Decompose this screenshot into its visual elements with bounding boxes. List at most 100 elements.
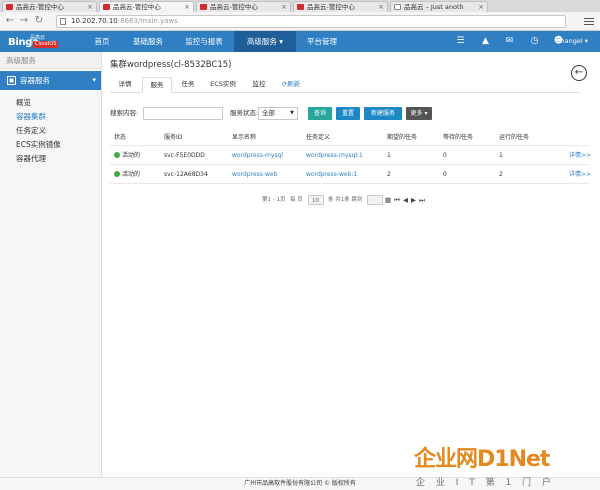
next-page-icon[interactable]: ▶ xyxy=(411,194,416,206)
query-button[interactable]: 查询 xyxy=(308,107,332,120)
watermark-logo: 企业网D1Net 企 业 I T 第 1 门 户 xyxy=(414,441,594,489)
url-host: 10.202.70.10 xyxy=(71,17,118,25)
list-icon[interactable]: ☰ xyxy=(455,36,466,47)
browser-tab-strip: 品高云-管控中心 × 品高云-管控中心 × 品高云-管控中心 × 品高云-管控中… xyxy=(0,0,600,12)
bingo-favicon-icon xyxy=(297,4,304,10)
reload-icon[interactable]: ↻ xyxy=(33,15,45,27)
column-header: 服务ID xyxy=(164,134,183,141)
browser-tab[interactable]: 品高云-管控中心 × xyxy=(293,1,388,12)
status-select-value: 全部 xyxy=(262,109,275,117)
check-circle-icon xyxy=(114,170,120,177)
nav-advanced-services[interactable]: 高级服务 ▾ xyxy=(234,31,296,52)
watermark-sub-text: 企 业 I T 第 1 门 户 xyxy=(416,478,555,488)
column-header: 运行的任务 xyxy=(499,134,530,141)
chevron-down-icon: ▾ xyxy=(92,76,96,84)
sidebar-item-ecs-image[interactable]: ECS实例镜像 xyxy=(0,138,101,152)
details-link[interactable]: 详情>> xyxy=(569,146,591,165)
clock-icon[interactable]: ◷ xyxy=(529,36,540,47)
table-header-row: 状态 服务ID 显示名称 任务定义 期望的任务 等待的任务 运行的任务 xyxy=(110,130,590,146)
main-content: 集群wordpress(cl-8532BC15) ← 详情 服务 任务 ECS实… xyxy=(102,52,600,477)
first-page-icon[interactable]: ⏮ xyxy=(394,194,400,206)
tab-ecs-instances[interactable]: ECS实例 xyxy=(204,77,242,93)
service-name-link[interactable]: wordpress-mysql xyxy=(232,146,283,165)
bingo-favicon-icon xyxy=(103,4,110,10)
task-definition-link[interactable]: wordpress-web:1 xyxy=(306,165,357,184)
logo-subtext: 品高云 xyxy=(30,35,46,41)
browser-tab[interactable]: 品高云 – Just anoth × xyxy=(390,1,488,12)
browser-tab[interactable]: 品高云-管控中心 × xyxy=(2,1,97,12)
container-icon xyxy=(7,76,16,85)
check-circle-icon xyxy=(114,151,120,158)
sidebar-title: 高级服务 xyxy=(0,52,101,69)
column-header: 任务定义 xyxy=(306,134,331,141)
caret-down-icon: ▼ xyxy=(290,110,294,116)
details-link[interactable]: 详情>> xyxy=(569,165,591,184)
copyright-text: 广州市品高软件股份有限公司 © 版权所有 xyxy=(244,480,356,487)
tab-services[interactable]: 服务 xyxy=(142,77,172,93)
close-icon[interactable]: × xyxy=(87,2,93,12)
user-menu[interactable]: zhangel ▾ xyxy=(557,31,588,52)
browser-tab-title: 品高云-管控中心 xyxy=(16,3,64,11)
service-id: svc-12A68D34 xyxy=(164,171,208,178)
service-name-link[interactable]: wordpress-web xyxy=(232,165,277,184)
close-icon[interactable]: × xyxy=(378,2,384,12)
page-icon xyxy=(60,18,66,25)
nav-home[interactable]: 首页 xyxy=(84,31,120,52)
status-text: 活动的 xyxy=(122,152,141,159)
sidebar-group-container-services[interactable]: 容器服务 ▾ xyxy=(0,71,101,90)
sidebar-item-container-cluster[interactable]: 容器集群 xyxy=(0,110,101,124)
sidebar-item-container-agent[interactable]: 容器代理 xyxy=(0,152,101,166)
desired-count: 1 xyxy=(387,152,391,159)
page-title: 集群wordpress(cl-8532BC15) xyxy=(110,60,232,70)
browser-tab-title: 品高云-管控中心 xyxy=(307,3,355,11)
total-count-text: 条 共1条 跳到 xyxy=(328,197,363,203)
running-count: 2 xyxy=(499,171,503,178)
mail-icon[interactable]: ✉ xyxy=(504,36,515,47)
url-input[interactable]: 10.202.70.10:8663/main.yaws xyxy=(56,15,566,28)
tab-tasks[interactable]: 任务 xyxy=(174,77,202,93)
search-input[interactable] xyxy=(143,107,223,120)
bingo-logo[interactable]: Bingo 品高云 CloudOS xyxy=(8,34,59,50)
sidebar-item-overview[interactable]: 概览 xyxy=(0,96,101,110)
close-icon[interactable]: × xyxy=(478,2,484,12)
pending-count: 0 xyxy=(443,171,447,178)
reset-button[interactable]: 重置 xyxy=(336,107,360,120)
more-button[interactable]: 更多 ▾ xyxy=(406,107,432,120)
browser-tab[interactable]: 品高云-管控中心 × xyxy=(99,1,194,12)
desired-count: 2 xyxy=(387,171,391,178)
refresh-label: 刷新 xyxy=(287,80,301,88)
close-icon[interactable]: × xyxy=(281,2,287,12)
service-id: svc-F5E0DDD xyxy=(164,152,205,159)
forward-arrow-icon[interactable]: → xyxy=(18,15,30,27)
jump-to-page-input[interactable] xyxy=(367,195,383,205)
prev-page-icon[interactable]: ◀ xyxy=(403,194,408,206)
nav-basic-services[interactable]: 基础服务 xyxy=(124,31,172,52)
hamburger-menu-icon[interactable] xyxy=(584,16,594,26)
refresh-tab[interactable]: ⟳刷新 xyxy=(278,77,304,93)
browser-tab[interactable]: 品高云-管控中心 × xyxy=(196,1,291,12)
nav-platform-management[interactable]: 平台管理 xyxy=(298,31,346,52)
browser-tab-title: 品高云-管控中心 xyxy=(113,3,161,11)
watermark-main-text: 企业网D1Net xyxy=(414,447,550,472)
page-tabs: 详情 服务 任务 ECS实例 监控 ⟳刷新 xyxy=(110,77,580,93)
last-page-icon[interactable]: ⏭ xyxy=(419,194,425,206)
go-icon[interactable]: ▦ xyxy=(385,194,391,206)
per-page-input[interactable]: 10 xyxy=(308,195,324,205)
sidebar-group-label: 容器服务 xyxy=(20,76,50,85)
task-definition-link[interactable]: wordpress-mysql:1 xyxy=(306,146,363,165)
logo-badge: CloudOS xyxy=(33,41,59,48)
address-bar: ← → ↻ 10.202.70.10:8663/main.yaws xyxy=(0,12,600,31)
new-service-button[interactable]: 新建服务 xyxy=(364,107,402,120)
tab-monitoring[interactable]: 监控 xyxy=(244,77,274,93)
sidebar-item-task-definition[interactable]: 任务定义 xyxy=(0,124,101,138)
status-select[interactable]: 全部 ▼ xyxy=(258,107,298,120)
close-icon[interactable]: × xyxy=(184,2,190,12)
status-text: 活动的 xyxy=(122,171,141,178)
column-header: 期望的任务 xyxy=(387,134,418,141)
filter-bar: 搜索内容: 服务状态: 全部 ▼ 查询 重置 新建服务 更多 ▾ xyxy=(110,106,590,122)
back-arrow-icon[interactable]: ← xyxy=(4,15,16,27)
bingo-favicon-icon xyxy=(6,4,13,10)
nav-monitoring-reports[interactable]: 监控与报表 xyxy=(176,31,232,52)
tab-details[interactable]: 详情 xyxy=(110,77,140,93)
alert-icon[interactable]: ▲ xyxy=(480,36,491,47)
